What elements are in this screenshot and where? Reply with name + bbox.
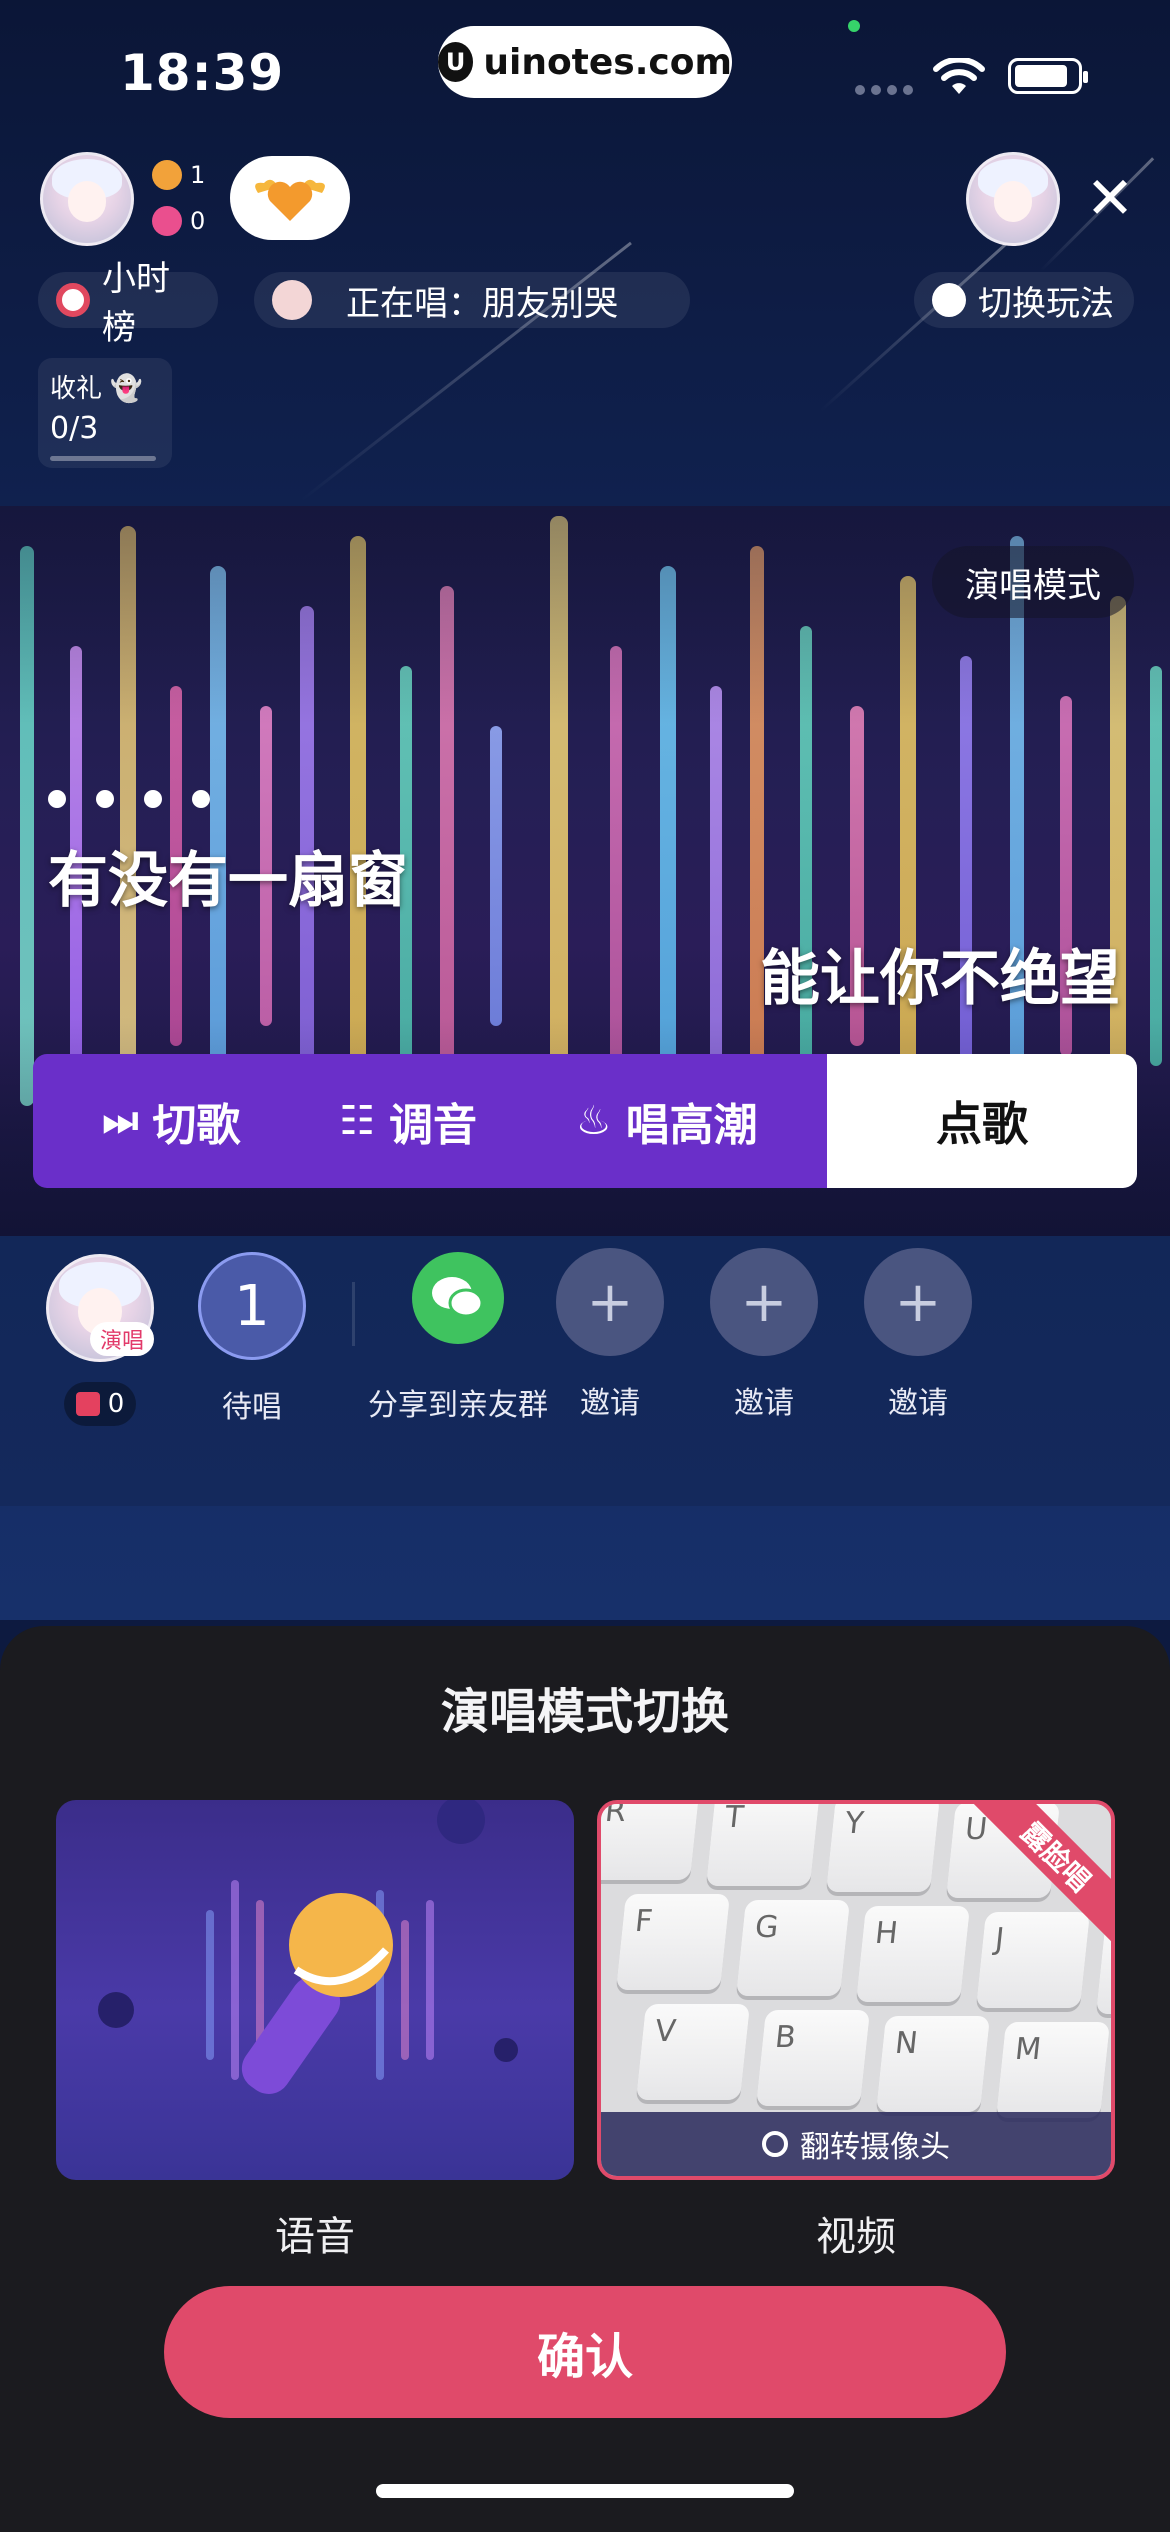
heart-icon <box>152 206 182 236</box>
seat-divider <box>352 1282 355 1346</box>
flip-camera-icon <box>762 2131 788 2157</box>
gift-label: 收礼 👻 <box>50 374 143 404</box>
voice-mode-card[interactable] <box>56 1800 574 2180</box>
battery-icon <box>1008 58 1088 94</box>
plus-icon: + <box>864 1248 972 1356</box>
winged-heart-icon <box>255 179 325 221</box>
invite-label: 邀请 <box>734 1386 794 1421</box>
queue-seat[interactable]: 1 待唱 <box>198 1252 306 1426</box>
lyric-next-line: 能让你不绝望 <box>760 944 1120 1014</box>
skip-icon: ⏭ <box>102 1098 139 1144</box>
url-pill: U uinotes.com <box>438 26 732 98</box>
follow-heart-button[interactable] <box>230 156 350 240</box>
tune-label: 调音 <box>388 1100 477 1151</box>
tune-button[interactable]: ☷ 调音 <box>339 1089 477 1153</box>
singer-gift-count[interactable]: 0 <box>64 1382 136 1426</box>
invite-label: 邀请 <box>888 1386 948 1421</box>
song-action-bar: ⏭ 切歌 ☷ 调音 ♨ 唱高潮 点歌 <box>33 1054 1137 1188</box>
switch-icon <box>932 283 966 317</box>
share-wechat-seat[interactable]: 分享到亲友群 <box>368 1252 548 1424</box>
confirm-button[interactable]: 确认 <box>164 2286 1006 2418</box>
equalizer-icon: ☷ <box>339 1098 375 1144</box>
likes-count-value: 0 <box>190 207 206 235</box>
home-indicator <box>376 2484 794 2498</box>
queue-number: 1 <box>198 1252 306 1360</box>
ghost-icon: 👻 <box>110 374 143 404</box>
voice-mode-label: 语音 <box>275 2214 355 2260</box>
switch-mode-chip[interactable]: 切换玩法 <box>914 272 1134 328</box>
uinotes-logo-icon: U <box>438 42 474 82</box>
key-r: R <box>601 1804 701 1880</box>
climax-button[interactable]: ♨ 唱高潮 <box>576 1089 758 1153</box>
key-h: H <box>855 1906 971 2002</box>
key-v: V <box>635 2004 751 2100</box>
sheet-title: 演唱模式切换 <box>440 1684 729 1740</box>
likes-count: 0 <box>152 206 205 236</box>
queue-label: 待唱 <box>222 1390 282 1425</box>
plus-icon: + <box>710 1248 818 1356</box>
lyric-current-line: 有没有一扇窗 <box>48 846 408 916</box>
audience-avatar[interactable] <box>966 152 1060 246</box>
key-y: Y <box>825 1804 941 1892</box>
singer-gift-value: 0 <box>107 1389 125 1419</box>
now-singing-chip[interactable]: 正在唱：朋友别哭 <box>254 272 690 328</box>
switch-mode-label: 切换玩法 <box>978 283 1114 324</box>
flip-camera-label: 翻转摄像头 <box>800 2130 950 2165</box>
share-label: 分享到亲友群 <box>368 1388 548 1423</box>
gift-box-icon <box>75 1392 100 1416</box>
close-icon[interactable]: ✕ <box>1080 168 1140 228</box>
hourly-rank-chip[interactable]: 小时榜 <box>38 259 218 348</box>
gift-count: 0/3 <box>50 411 99 446</box>
clock-icon <box>56 283 90 317</box>
gift-progress-bar <box>50 456 156 461</box>
invite-label: 邀请 <box>580 1386 640 1421</box>
key-g: G <box>735 1900 851 1996</box>
plus-icon: + <box>556 1248 664 1356</box>
now-singing-label: 正在唱：朋友别哭 <box>346 283 618 324</box>
microphone-icon <box>272 280 312 320</box>
cut-song-label: 切歌 <box>152 1100 241 1151</box>
video-mode-card[interactable]: R T Y U F G H J K V B N M 露脸唱 翻转摄像头 <box>597 1800 1115 2180</box>
invite-seat-2[interactable]: + 邀请 <box>710 1248 818 1422</box>
cellular-signal-icon <box>855 85 913 95</box>
fans-count: 1 <box>152 160 205 190</box>
cut-song-button[interactable]: ⏭ 切歌 <box>102 1089 240 1153</box>
privacy-indicator-dot <box>848 20 860 32</box>
key-n: N <box>875 2016 991 2112</box>
url-text: uinotes.com <box>483 41 732 83</box>
flame-icon: ♨ <box>575 1098 612 1144</box>
climax-label: 唱高潮 <box>625 1100 758 1151</box>
status-time: 18:39 <box>120 44 285 102</box>
invite-seat-1[interactable]: + 邀请 <box>556 1248 664 1422</box>
flip-camera-button[interactable]: 翻转摄像头 <box>601 2112 1111 2176</box>
invite-seat-3[interactable]: + 邀请 <box>864 1248 972 1422</box>
singer-tag: 演唱 <box>90 1322 154 1356</box>
key-t: T <box>705 1804 821 1886</box>
performance-mode-badge[interactable]: 演唱模式 <box>932 546 1134 618</box>
lyric-countdown-dots <box>48 790 210 808</box>
key-j: J <box>975 1912 1091 2008</box>
key-b: B <box>755 2010 871 2106</box>
fans-icon <box>152 160 182 190</box>
wechat-icon <box>412 1252 504 1344</box>
key-m: M <box>995 2022 1111 2118</box>
wifi-icon <box>933 58 985 94</box>
fans-count-value: 1 <box>190 161 206 189</box>
key-f: F <box>615 1894 731 1990</box>
gift-progress-box[interactable]: 收礼 👻 0/3 <box>38 358 172 468</box>
host-avatar[interactable] <box>40 152 134 246</box>
microphone-illustration-icon <box>98 1800 518 2094</box>
order-song-button[interactable]: 点歌 <box>827 1054 1137 1188</box>
hourly-rank-label: 小时榜 <box>102 259 170 348</box>
video-mode-label: 视频 <box>816 2214 896 2260</box>
